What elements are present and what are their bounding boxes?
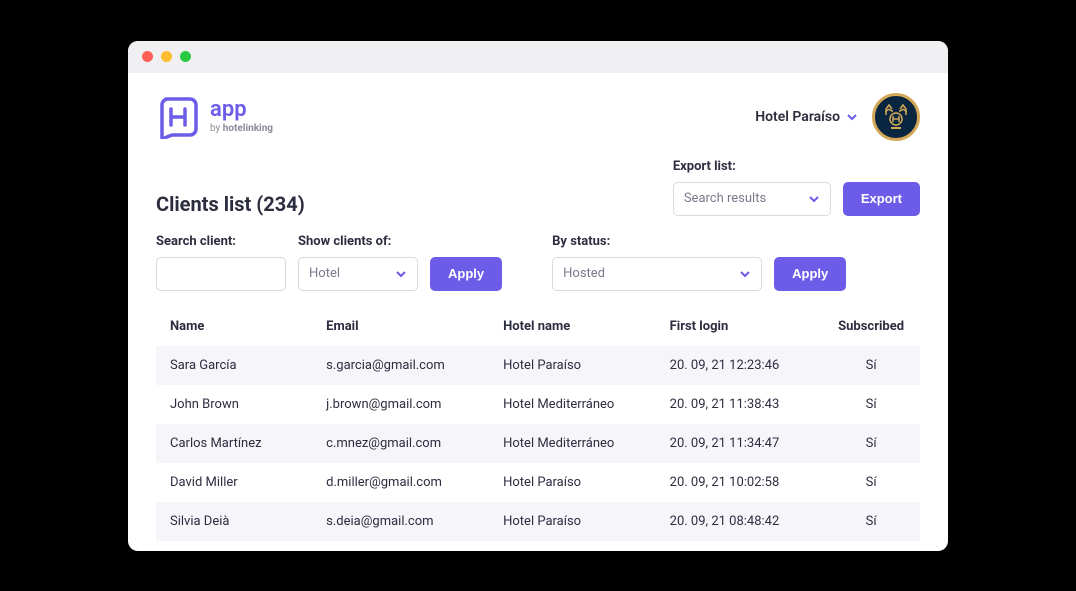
cell-subscribed: Sí (822, 424, 920, 463)
table-row[interactable]: Silvia Deiàs.deia@gmail.comHotel Paraíso… (156, 502, 920, 541)
cell-hotel: Hotel Paraíso (489, 502, 656, 541)
logo-title: app (210, 99, 273, 121)
cell-email: c.mnez@gmail.com (312, 424, 489, 463)
show-select-value: Hotel (309, 266, 340, 281)
content-area: app by hotelinking Hotel Paraíso (128, 73, 948, 551)
chevron-down-icon (739, 268, 751, 280)
cell-subscribed: Sí (822, 463, 920, 502)
hotel-selector[interactable]: Hotel Paraíso (755, 109, 858, 125)
export-label: Export list: (673, 159, 920, 174)
status-filter: By status: Hosted (552, 234, 762, 291)
search-input[interactable] (156, 257, 286, 291)
cell-subscribed: Sí (822, 385, 920, 424)
table-header-row: Name Email Hotel name First login Subscr… (156, 309, 920, 346)
cell-email: d.miller@gmail.com (312, 463, 489, 502)
page-title: Clients list (234) (156, 192, 305, 216)
search-filter: Search client: (156, 234, 286, 291)
show-select[interactable]: Hotel (298, 257, 418, 291)
apply-button-2[interactable]: Apply (774, 257, 846, 291)
col-header-email: Email (312, 309, 489, 346)
title-row: Clients list (234) Export list: Search r… (156, 159, 920, 216)
col-header-hotel: Hotel name (489, 309, 656, 346)
logo: app by hotelinking (156, 95, 273, 139)
cell-subscribed: Sí (822, 346, 920, 385)
status-select-value: Hosted (563, 266, 605, 281)
export-select-value: Search results (684, 191, 766, 206)
cell-email: j.brown@gmail.com (312, 385, 489, 424)
status-select[interactable]: Hosted (552, 257, 762, 291)
clients-table: Name Email Hotel name First login Subscr… (156, 309, 920, 541)
cell-hotel: Hotel Paraíso (489, 346, 656, 385)
cell-name: Carlos Martínez (156, 424, 312, 463)
cell-login: 20. 09, 21 11:34:47 (656, 424, 823, 463)
export-button[interactable]: Export (843, 182, 920, 216)
col-header-subscribed: Subscribed (822, 309, 920, 346)
cell-login: 20. 09, 21 11:38:43 (656, 385, 823, 424)
hotel-selector-label: Hotel Paraíso (755, 109, 840, 125)
cell-name: Silvia Deià (156, 502, 312, 541)
filters-row: Search client: Show clients of: Hotel Ap… (156, 234, 920, 291)
titlebar (128, 41, 948, 73)
col-header-name: Name (156, 309, 312, 346)
app-window: app by hotelinking Hotel Paraíso (128, 41, 948, 551)
export-row: Search results Export (673, 182, 920, 216)
cell-login: 20. 09, 21 10:02:58 (656, 463, 823, 502)
app-logo-icon (156, 95, 200, 139)
cell-login: 20. 09, 21 12:23:46 (656, 346, 823, 385)
header-right: Hotel Paraíso (755, 93, 920, 141)
avatar[interactable] (872, 93, 920, 141)
table-row[interactable]: Sara Garcías.garcia@gmail.comHotel Paraí… (156, 346, 920, 385)
cell-login: 20. 09, 21 08:48:42 (656, 502, 823, 541)
search-label: Search client: (156, 234, 286, 249)
apply-button-1[interactable]: Apply (430, 257, 502, 291)
cell-hotel: Hotel Paraíso (489, 463, 656, 502)
table-row[interactable]: David Millerd.miller@gmail.comHotel Para… (156, 463, 920, 502)
export-select[interactable]: Search results (673, 182, 831, 216)
export-block: Export list: Search results Export (673, 159, 920, 216)
logo-text: app by hotelinking (210, 99, 273, 134)
cell-name: David Miller (156, 463, 312, 502)
logo-subtitle: by hotelinking (210, 123, 273, 134)
show-filter: Show clients of: Hotel (298, 234, 418, 291)
chevron-down-icon (395, 268, 407, 280)
maximize-icon[interactable] (180, 51, 191, 62)
chevron-down-icon (846, 111, 858, 123)
col-header-login: First login (656, 309, 823, 346)
cell-email: s.deia@gmail.com (312, 502, 489, 541)
table-row[interactable]: Carlos Martínezc.mnez@gmail.comHotel Med… (156, 424, 920, 463)
hotel-avatar-icon (880, 101, 912, 133)
cell-hotel: Hotel Mediterráneo (489, 424, 656, 463)
close-icon[interactable] (142, 51, 153, 62)
chevron-down-icon (808, 193, 820, 205)
cell-name: Sara García (156, 346, 312, 385)
cell-name: John Brown (156, 385, 312, 424)
status-label: By status: (552, 234, 762, 249)
header: app by hotelinking Hotel Paraíso (156, 93, 920, 141)
cell-hotel: Hotel Mediterráneo (489, 385, 656, 424)
minimize-icon[interactable] (161, 51, 172, 62)
cell-subscribed: Sí (822, 502, 920, 541)
table-row[interactable]: John Brownj.brown@gmail.comHotel Mediter… (156, 385, 920, 424)
cell-email: s.garcia@gmail.com (312, 346, 489, 385)
show-label: Show clients of: (298, 234, 418, 249)
